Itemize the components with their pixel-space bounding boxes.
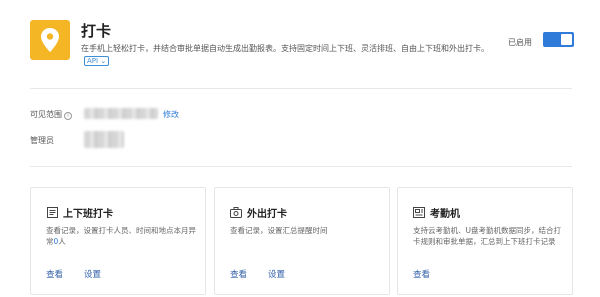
- divider: [30, 166, 572, 167]
- status-label: 已启用: [508, 38, 532, 47]
- toggle-knob: [561, 34, 572, 45]
- card-outing: 外出打卡 查看记录，设置汇总提醒时间 查看 设置: [214, 187, 390, 295]
- enable-toggle[interactable]: [543, 32, 574, 47]
- admin-avatar-redacted: [84, 131, 124, 148]
- card-header: 考勤机: [413, 205, 460, 220]
- visibility-row: 可见范围 i: [30, 109, 72, 120]
- app-logo: [30, 20, 70, 60]
- card-description-suffix: 人: [58, 237, 66, 246]
- app-description-text: 在手机上轻松打卡，并结合审批单据自动生成出勤报表。支持固定时间上下班、灵活排班、…: [81, 44, 489, 53]
- card-title: 外出打卡: [247, 209, 287, 220]
- view-link[interactable]: 查看: [413, 268, 430, 280]
- info-icon[interactable]: i: [64, 112, 72, 120]
- attendance-machine-icon: [413, 207, 425, 219]
- visibility-label: 可见范围: [30, 110, 62, 119]
- card-title: 考勤机: [430, 209, 460, 220]
- timesheet-icon: [46, 207, 58, 219]
- card-attendance-machine: 考勤机 支持云考勤机、U盘考勤机数据同步，结合打卡规则和审批单据，汇总到上下班打…: [397, 187, 573, 295]
- app-title: 打卡: [81, 22, 112, 40]
- admin-label: 管理员: [30, 136, 54, 145]
- view-link[interactable]: 查看: [46, 268, 63, 280]
- card-header: 外出打卡: [230, 205, 287, 220]
- card-header: 上下班打卡: [46, 205, 113, 220]
- card-checkin: 上下班打卡 查看记录，设置打卡人员、时间和地点本月异常0人 查看 设置: [30, 187, 206, 295]
- visibility-value-redacted: [84, 108, 158, 119]
- app-description: 在手机上轻松打卡，并结合审批单据自动生成出勤报表。支持固定时间上下班、灵活排班、…: [81, 42, 501, 68]
- settings-link[interactable]: 设置: [84, 268, 101, 280]
- card-description: 查看记录，设置汇总提醒时间: [230, 226, 328, 235]
- api-tag-label: API: [87, 57, 99, 65]
- location-pin-icon: [41, 28, 59, 52]
- card-description-text: 查看记录，设置打卡人员、时间和地点本月异常: [46, 226, 196, 246]
- camera-icon: [230, 207, 242, 219]
- api-tag[interactable]: API ⌄: [84, 56, 110, 66]
- settings-link[interactable]: 设置: [268, 268, 285, 280]
- edit-visibility-link[interactable]: 修改: [163, 109, 179, 120]
- card-title: 上下班打卡: [63, 209, 113, 220]
- card-description: 查看记录，设置打卡人员、时间和地点本月异常0人: [46, 225, 196, 247]
- divider: [30, 88, 572, 89]
- chevron-down-icon: ⌄: [100, 57, 107, 65]
- card-description: 支持云考勤机、U盘考勤机数据同步，结合打卡规则和审批单据，汇总到上下班打卡记录: [413, 226, 561, 246]
- view-link[interactable]: 查看: [230, 268, 247, 280]
